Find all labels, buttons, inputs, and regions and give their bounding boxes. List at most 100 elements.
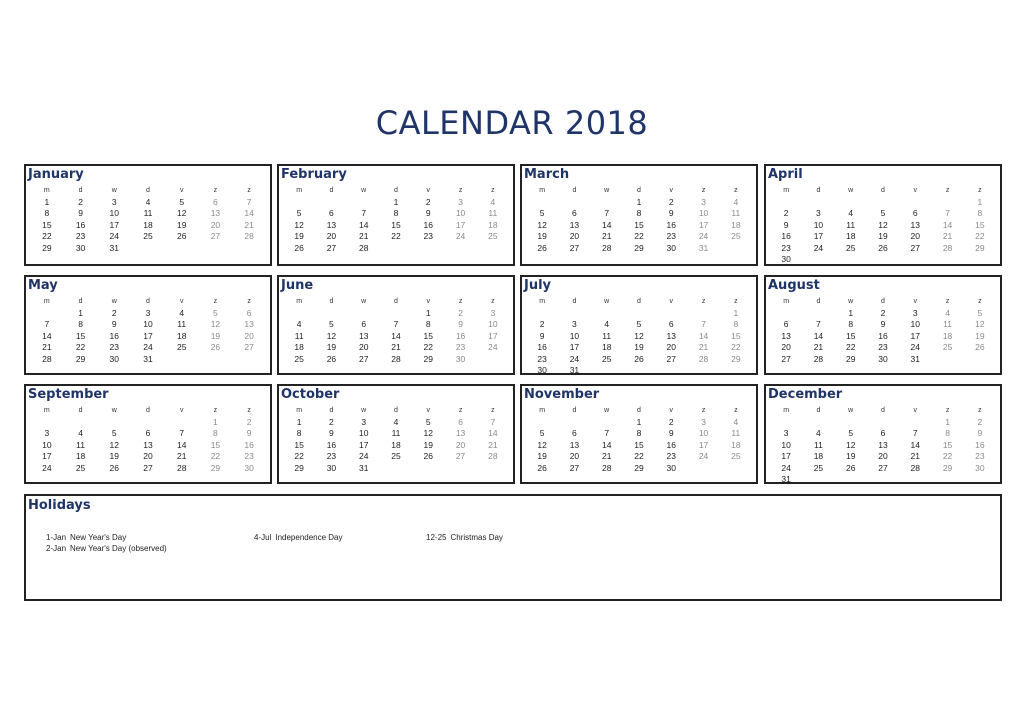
weekend-day: 29 xyxy=(975,242,985,253)
day: 6 xyxy=(329,208,334,218)
day: 12 xyxy=(326,330,337,341)
month-september: September m d w d v z z 1 2 3 4 5 6 7 8 9 10 11 12 13 14 15 16 1… xyxy=(24,384,272,484)
day: 31 xyxy=(109,242,120,253)
empty-cell xyxy=(770,417,802,429)
empty-cell xyxy=(64,417,98,429)
day: 15 xyxy=(391,219,401,230)
day: 19 xyxy=(176,219,187,230)
day: 12 xyxy=(294,219,304,230)
day: 20 xyxy=(358,342,369,352)
weekend-day: 25 xyxy=(731,231,741,241)
weekend-day: 15 xyxy=(942,439,953,450)
day: 16 xyxy=(878,330,888,341)
day: 20 xyxy=(666,342,677,352)
weekday-header: d xyxy=(78,187,83,194)
empty-cell xyxy=(867,197,899,209)
weekday-header: w xyxy=(361,407,367,414)
day: 3 xyxy=(111,196,117,207)
day: 17 xyxy=(109,219,120,230)
weekend-day: 23 xyxy=(244,451,254,461)
weekday-header: m xyxy=(783,187,790,194)
day: 23 xyxy=(666,451,677,461)
day: 22 xyxy=(391,231,401,241)
weekend-day: 24 xyxy=(488,342,498,352)
day: 21 xyxy=(176,451,187,461)
weekend-day: 28 xyxy=(942,242,953,253)
empty-cell xyxy=(315,197,347,209)
day: 26 xyxy=(634,353,644,364)
day: 15 xyxy=(75,330,86,341)
weekday-header: d xyxy=(637,298,641,305)
weekend-day: 16 xyxy=(975,439,985,450)
weekend-day: 23 xyxy=(455,342,466,352)
weekday-header: d xyxy=(394,298,398,305)
weekday-header: z xyxy=(945,298,950,305)
day: 24 xyxy=(910,342,921,352)
day: 5 xyxy=(179,196,185,207)
day: 17 xyxy=(358,439,369,450)
day: 27 xyxy=(878,462,888,473)
day: 30 xyxy=(109,353,120,364)
weekend-day: 28 xyxy=(488,451,498,461)
empty-cell xyxy=(655,308,687,320)
day: 12 xyxy=(537,439,547,450)
weekday-header: m xyxy=(539,187,546,194)
day: 9 xyxy=(668,428,674,438)
weekday-header: d xyxy=(816,187,821,194)
weekday-header: z xyxy=(213,298,218,305)
day: 12 xyxy=(109,439,120,450)
day: 13 xyxy=(569,219,580,230)
day: 20 xyxy=(781,342,791,352)
day: 19 xyxy=(845,451,856,461)
day: 28 xyxy=(813,353,824,364)
day: 7 xyxy=(604,428,610,438)
weekend-day: 4 xyxy=(733,416,739,427)
weekend-day: 2 xyxy=(246,416,252,427)
day: 1 xyxy=(78,307,83,318)
day: 23 xyxy=(781,242,791,253)
day: 22 xyxy=(634,451,644,461)
day: 25 xyxy=(294,353,304,364)
weekend-day: 13 xyxy=(455,428,466,438)
day: 23 xyxy=(109,342,120,352)
weekend-day: 26 xyxy=(975,342,985,352)
day: 26 xyxy=(878,242,888,253)
day: 29 xyxy=(75,353,86,364)
month-name: October xyxy=(281,387,340,402)
day: 8 xyxy=(848,319,854,329)
day-grid: m d w d v z z 1 2 3 4 5 6 7 8 9 10 11 12 13 14 15 16 17 18 19 20 21… xyxy=(283,296,509,365)
day: 7 xyxy=(816,319,821,329)
day: 9 xyxy=(668,208,674,218)
day: 2 xyxy=(880,307,886,318)
weekday-header: d xyxy=(146,407,150,414)
day: 13 xyxy=(781,330,791,341)
weekend-day: 2 xyxy=(458,307,463,318)
day: 15 xyxy=(845,330,856,341)
day: 4 xyxy=(179,307,185,318)
weekend-day: 15 xyxy=(731,330,741,341)
weekday-header: d xyxy=(329,407,334,414)
day: 25 xyxy=(813,462,824,473)
weekday-header: v xyxy=(179,298,184,305)
day: 9 xyxy=(539,330,545,341)
day: 13 xyxy=(143,439,153,450)
day: 10 xyxy=(569,330,580,341)
day: 23 xyxy=(423,231,434,241)
day: 20 xyxy=(143,451,153,461)
weekend-day: 6 xyxy=(458,416,463,427)
weekend-day: 17 xyxy=(455,219,466,230)
day: 23 xyxy=(666,231,677,241)
day: 18 xyxy=(845,231,856,241)
weekday-header: d xyxy=(881,187,885,194)
day: 23 xyxy=(326,451,337,461)
weekday-header: v xyxy=(913,298,918,305)
weekday-header: z xyxy=(701,187,706,194)
day: 6 xyxy=(572,428,577,438)
month-june: June m d w d v z z 1 2 3 4 5 6 7 8 9 10 11 12 13 14 15 16 17 18 19… xyxy=(277,275,515,375)
weekday-header: w xyxy=(111,187,117,194)
weekday-header: z xyxy=(734,298,738,305)
day: 26 xyxy=(176,231,187,241)
day: 7 xyxy=(604,208,610,218)
weekend-day: 9 xyxy=(977,428,983,438)
day: 30 xyxy=(537,365,547,375)
